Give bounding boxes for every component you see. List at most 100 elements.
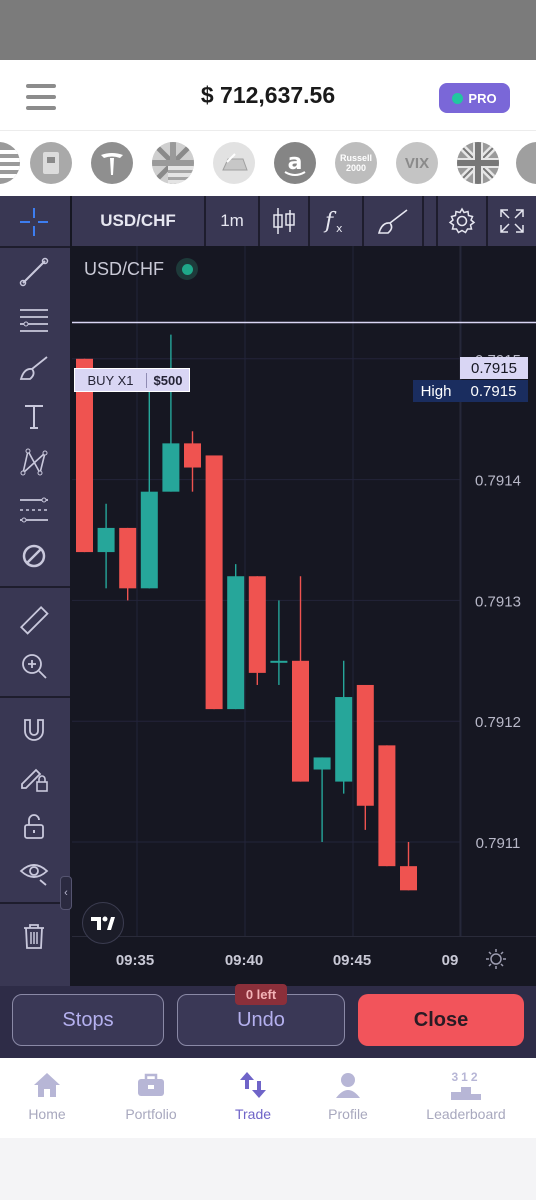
chevron-left-icon: ‹ — [64, 887, 68, 899]
candle-body — [162, 443, 180, 492]
indicators-icon[interactable]: fx — [310, 196, 360, 246]
time-axis-label: 09:45 — [333, 952, 371, 969]
crosshair-icon[interactable] — [12, 202, 56, 242]
svg-text:a: a — [288, 150, 303, 175]
trash-icon[interactable] — [12, 916, 56, 956]
order-price-tag: 0.7915 — [460, 357, 528, 379]
unlock-icon[interactable] — [12, 806, 56, 846]
text-tool-icon[interactable] — [12, 396, 56, 436]
chart-area[interactable]: 0.7916 0.7915 0.7914 0.7913 0.7912 0.7911 USD… — [72, 246, 536, 936]
stops-button[interactable]: Stops — [12, 994, 164, 1046]
candle-body — [184, 443, 201, 468]
candlestick-chart[interactable]: 0.7916 0.7915 0.7914 0.7913 0.7912 0.7911 — [72, 246, 536, 936]
candle-body — [227, 576, 245, 710]
bottom-navigation: Home Portfolio Trade Profile 312 Leaderb… — [0, 1058, 536, 1138]
asset-partial-right-icon[interactable] — [516, 142, 536, 184]
close-button[interactable]: Close — [358, 994, 524, 1046]
high-value: 0.7915 — [470, 382, 517, 400]
app-header: $ 712,637.56 PRO — [0, 60, 536, 130]
candle-body — [400, 866, 417, 891]
system-nav-area — [0, 1138, 536, 1200]
candle-body — [270, 660, 288, 663]
asset-strip: a Russell 2000 VIX — [0, 130, 536, 196]
settings-gear-icon[interactable] — [438, 196, 486, 246]
candle-body — [335, 697, 353, 782]
nav-leaderboard-label: Leaderboard — [426, 1106, 506, 1122]
ruler-icon[interactable] — [12, 600, 56, 640]
auto-scale-icon[interactable] — [484, 947, 508, 971]
order-amount: $500 — [153, 372, 183, 388]
interval-selector[interactable]: 1m — [206, 196, 258, 246]
candle-type-icon[interactable] — [260, 196, 308, 246]
visibility-eye-icon[interactable] — [12, 852, 56, 892]
remove-drawings-icon[interactable] — [12, 536, 56, 576]
horizontal-lines-icon[interactable] — [12, 300, 56, 340]
trading-terminal: USD/CHF 1m fx 0.7916 0.7915 0.7914 0.7913 0.… — [0, 196, 536, 986]
price-axis-label: 0.7914 — [475, 473, 521, 490]
market-status-dot — [176, 258, 198, 280]
time-axis-label: 09 — [442, 952, 459, 969]
nav-home[interactable]: Home — [0, 1070, 97, 1122]
fullscreen-icon[interactable] — [488, 196, 536, 246]
uk-flag-icon[interactable] — [457, 142, 499, 184]
time-axis-label: 09:35 — [116, 952, 154, 969]
vix-icon[interactable]: VIX — [396, 142, 438, 184]
drawing-brush-icon[interactable] — [364, 196, 422, 246]
trend-line-icon[interactable] — [12, 252, 56, 292]
chart-legend: USD/CHF — [84, 258, 198, 280]
order-side-label: BUY X1 — [75, 372, 147, 388]
pro-badge[interactable]: PRO — [439, 83, 510, 113]
profile-icon — [336, 1073, 360, 1098]
account-balance: $ 712,637.56 — [200, 82, 336, 108]
nav-home-label: Home — [28, 1106, 66, 1122]
asset-russell-label: Russell 2000 — [339, 153, 372, 173]
nav-portfolio[interactable]: Portfolio — [101, 1070, 201, 1122]
pattern-tool-icon[interactable] — [12, 442, 56, 482]
symbol-selector[interactable]: USD/CHF — [72, 196, 204, 246]
lock-drawing-icon[interactable] — [12, 758, 56, 798]
tesla-icon[interactable] — [91, 142, 133, 184]
legend-symbol: USD/CHF — [84, 258, 164, 279]
russell-2000-icon[interactable]: Russell 2000 — [335, 142, 377, 184]
asset-partial-left-icon[interactable] — [0, 142, 20, 184]
magnet-icon[interactable] — [12, 710, 56, 750]
briefcase-icon — [138, 1073, 164, 1096]
time-axis-label: 09:40 — [225, 952, 263, 969]
asset-vix-label: VIX — [404, 154, 430, 172]
flags-gbp-usd-icon[interactable] — [152, 142, 194, 184]
brush-icon[interactable] — [12, 348, 56, 388]
nav-trade[interactable]: Trade — [203, 1070, 303, 1122]
gold-bar-icon[interactable] — [213, 142, 255, 184]
pro-label: PRO — [468, 90, 497, 106]
svg-text:x: x — [336, 222, 343, 235]
high-price-marker: High 0.7915 — [413, 380, 528, 402]
home-icon — [34, 1073, 60, 1097]
price-axis-label: 0.7916 — [475, 246, 521, 248]
nav-profile[interactable]: Profile — [298, 1070, 398, 1122]
candle-body — [97, 527, 115, 553]
nav-profile-label: Profile — [328, 1106, 368, 1122]
candle-body — [313, 757, 331, 770]
time-axis: 09:35 09:40 09:45 09 — [72, 936, 536, 980]
asset-stock-icon[interactable] — [30, 142, 72, 184]
undo-remaining-badge: 0 left — [235, 984, 287, 1005]
price-axis-label: 0.7913 — [475, 593, 521, 610]
menu-icon[interactable] — [26, 84, 56, 110]
trade-arrows-icon — [240, 1072, 266, 1098]
nav-leaderboard[interactable]: 312 Leaderboard — [416, 1070, 516, 1122]
buy-order-line-label[interactable]: BUY X1 $500 — [74, 368, 190, 392]
zoom-in-icon[interactable] — [12, 646, 56, 686]
candle-body — [140, 491, 158, 589]
candle-body — [292, 660, 309, 782]
forecast-tool-icon[interactable] — [12, 490, 56, 530]
candle-body — [378, 745, 396, 867]
tradingview-logo-icon[interactable] — [82, 902, 124, 944]
drawing-toolbar — [0, 196, 70, 986]
nav-portfolio-label: Portfolio — [125, 1106, 177, 1122]
collapse-toolbar-tab[interactable]: ‹ — [60, 876, 72, 910]
time-axis-labels: 09:35 09:40 09:45 09 — [116, 952, 459, 969]
amazon-icon[interactable]: a — [274, 142, 316, 184]
high-label: High — [420, 382, 452, 400]
nav-trade-label: Trade — [234, 1106, 272, 1122]
podium-icon: 312 — [449, 1070, 483, 1100]
